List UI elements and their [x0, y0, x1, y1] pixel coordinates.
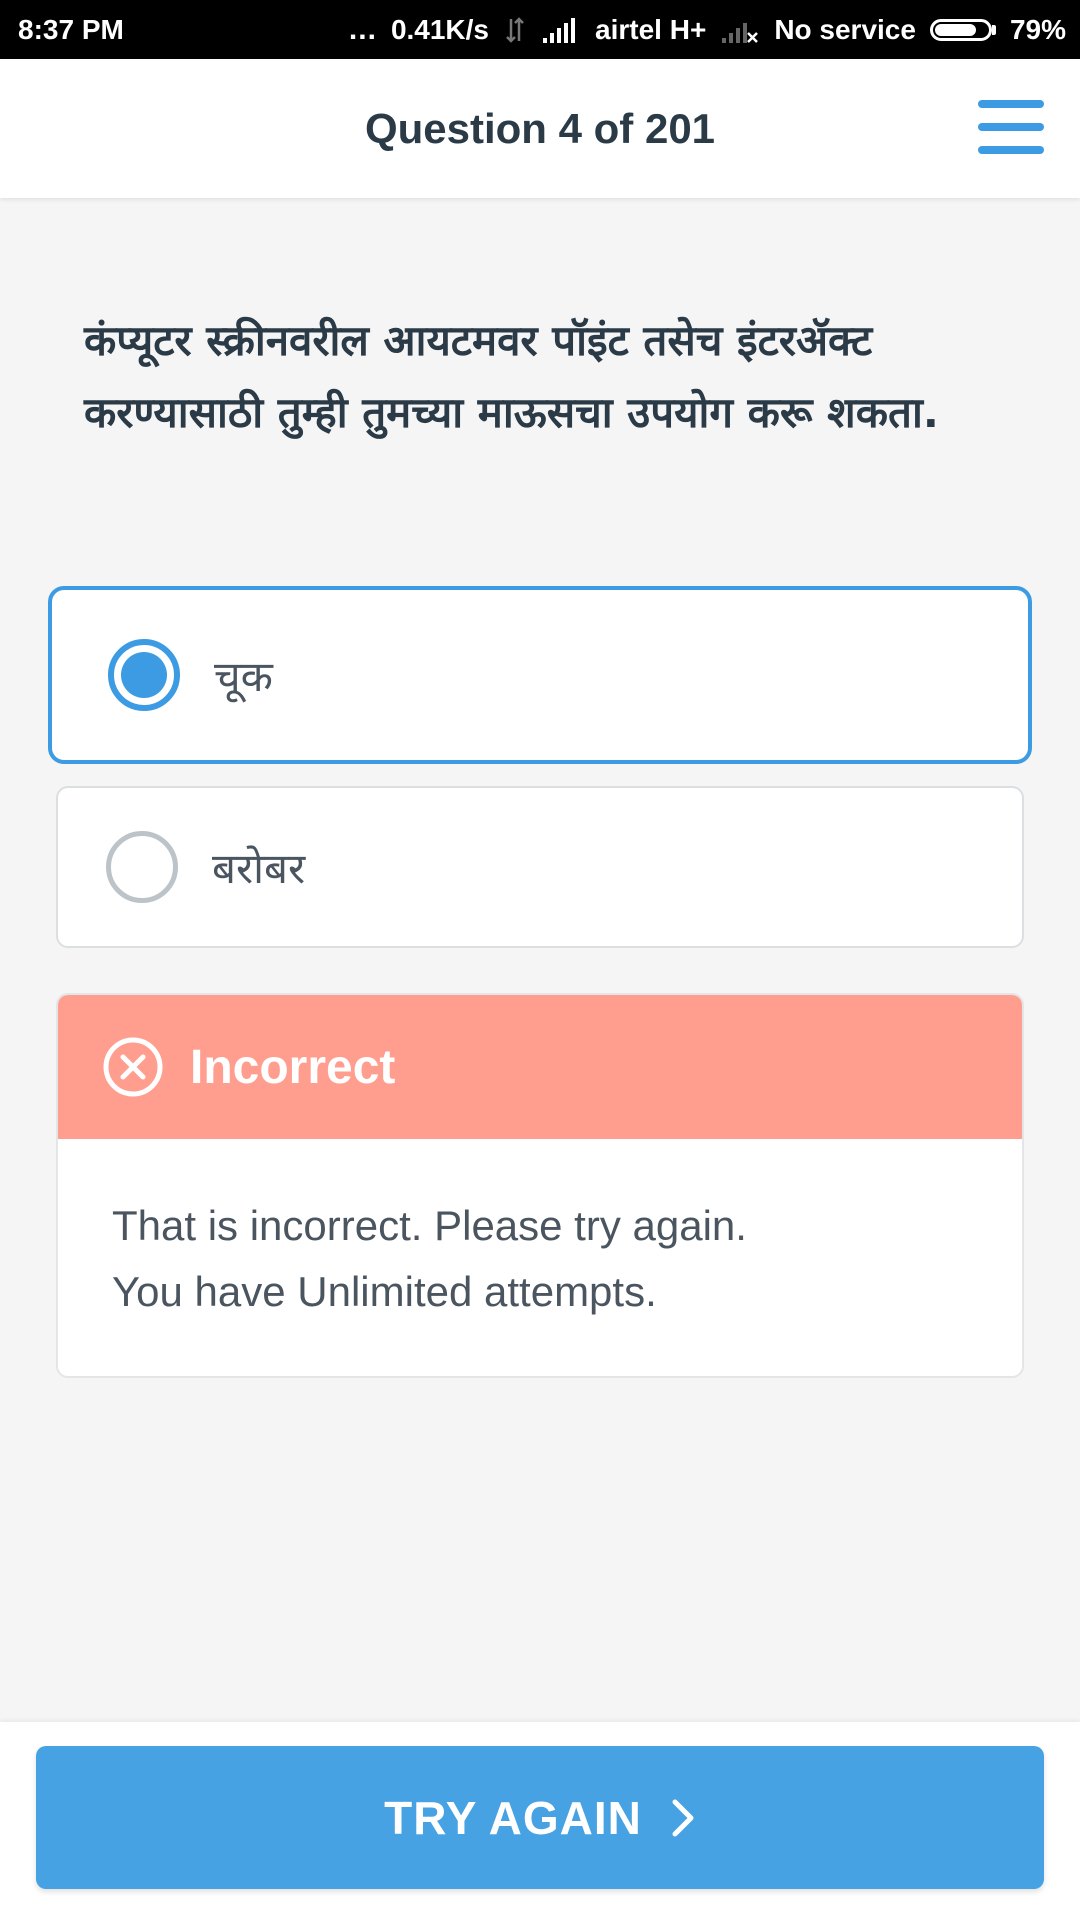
carrier-name: airtel H+: [595, 13, 707, 45]
chevron-right-icon: [672, 1799, 694, 1836]
network-speed: 0.41K/s: [390, 13, 490, 45]
feedback-message: That is incorrect. Please try again. You…: [58, 1139, 1022, 1325]
question-text: कंप्यूटर स्क्रीनवरील आयटमवर पॉइंट तसेच इ…: [84, 316, 939, 437]
signal-icon: [543, 17, 576, 43]
feedback-title: Incorrect: [190, 1040, 396, 1094]
option-label: चूक: [214, 651, 273, 701]
sim2-status: No service: [774, 13, 916, 45]
no-signal-icon: [722, 22, 759, 43]
status-time: 8:37 PM: [18, 13, 124, 45]
try-again-label: TRY AGAIN: [384, 1791, 642, 1844]
data-activity-icon: [506, 16, 524, 43]
feedback-header: Incorrect: [58, 995, 1022, 1139]
try-again-button[interactable]: TRY AGAIN: [36, 1746, 1044, 1889]
notification-dots: ...: [348, 12, 377, 46]
option-label: बरोबर: [212, 843, 306, 893]
battery-percent: 79%: [1009, 13, 1066, 45]
bottom-action-bar: TRY AGAIN: [0, 1722, 1080, 1920]
radio-button[interactable]: [106, 831, 178, 903]
page-title: Question 4 of 201: [364, 104, 716, 152]
feedback-line-2: You have Unlimited attempts.: [112, 1268, 657, 1315]
answer-option-true[interactable]: बरोबर: [56, 786, 1024, 948]
answer-option-false[interactable]: चूक: [48, 586, 1032, 764]
radio-button-selected[interactable]: [108, 639, 180, 711]
feedback-card: Incorrect That is incorrect. Please try …: [56, 993, 1024, 1378]
feedback-line-1: That is incorrect. Please try again.: [112, 1202, 747, 1249]
app-header: Question 4 of 201: [0, 59, 1080, 198]
status-indicators: ... 0.41K/s airtel H+ No service 79%: [349, 14, 1066, 46]
hamburger-menu-icon[interactable]: [978, 100, 1044, 154]
battery-icon: [929, 18, 996, 41]
status-bar: 8:37 PM ... 0.41K/s airtel H+ No service: [0, 0, 1080, 59]
x-circle-icon: [103, 1037, 163, 1097]
